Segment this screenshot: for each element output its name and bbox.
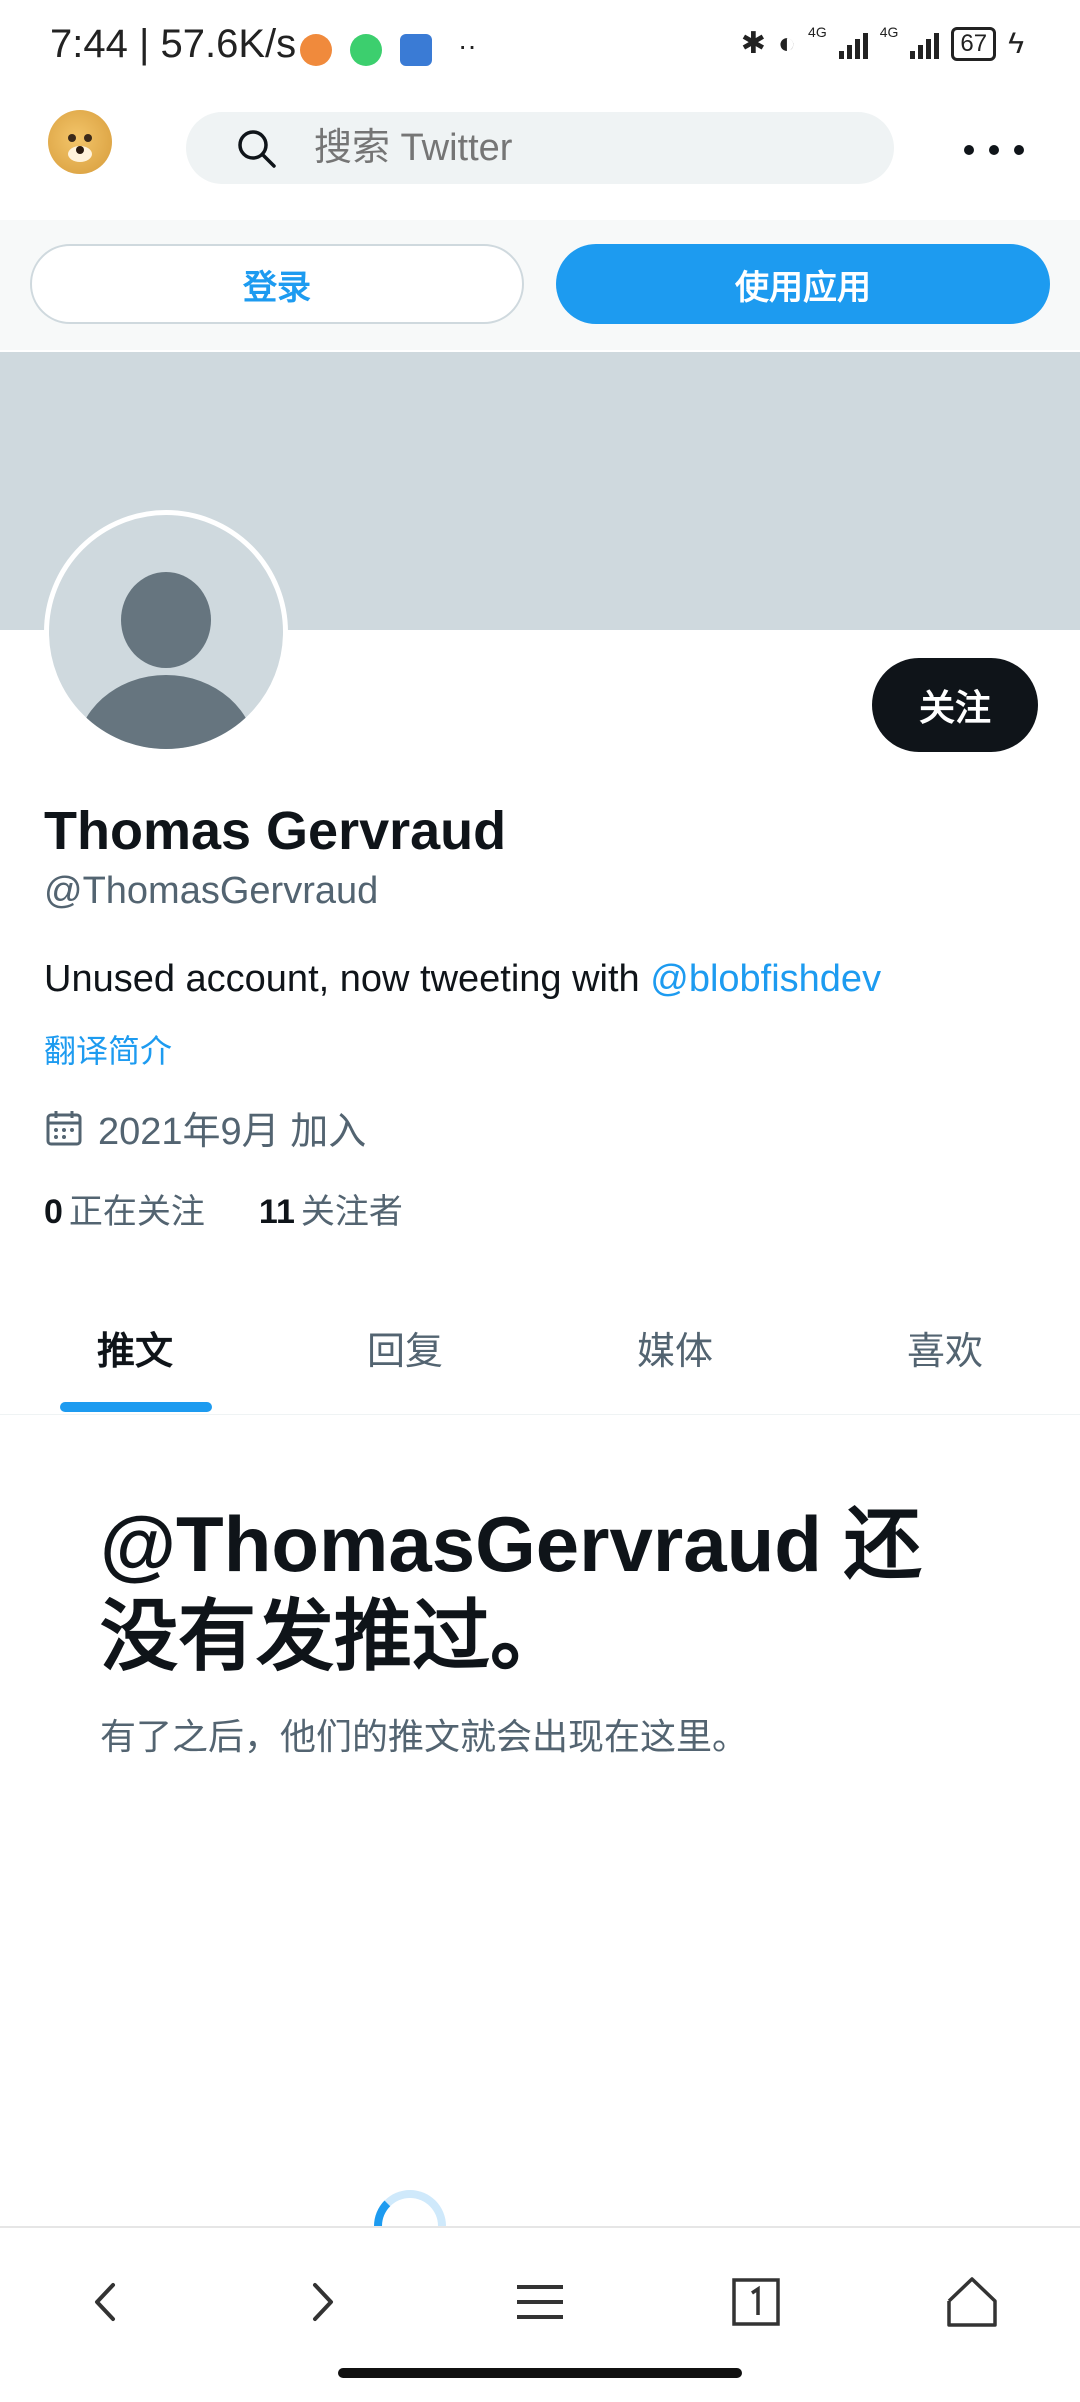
active-tab-indicator <box>60 1402 212 1412</box>
more-options-icon[interactable] <box>964 130 1024 170</box>
search-box[interactable] <box>186 112 894 184</box>
network-type-1: 4G <box>808 23 827 40</box>
tab-replies[interactable]: 回复 <box>270 1280 540 1414</box>
profile-bio: Unused account, now tweeting with @blobf… <box>44 958 881 1001</box>
default-avatar-icon <box>76 572 256 749</box>
display-name: Thomas Gervraud <box>44 801 507 861</box>
search-input[interactable] <box>312 125 876 171</box>
network-speed: 57.6K/s <box>160 22 297 66</box>
followers-count: 11 <box>258 1193 295 1231</box>
home-button[interactable] <box>932 2262 1012 2342</box>
profile-avatar[interactable] <box>44 510 288 754</box>
bio-text: Unused account, now tweeting with <box>44 958 651 1000</box>
auth-bar: 登录 使用应用 <box>0 220 1080 350</box>
charging-icon: ϟ <box>1008 26 1024 60</box>
files-app-icon <box>400 34 432 66</box>
menu-button[interactable] <box>500 2262 580 2342</box>
chevron-left-icon <box>95 2283 115 2321</box>
more-notifications-icon: ·· <box>458 30 477 61</box>
tab-media[interactable]: 媒体 <box>540 1280 810 1414</box>
bio-mention-link[interactable]: @blobfishdev <box>650 958 881 1000</box>
bluetooth-icon: ✱ <box>740 27 766 60</box>
signal-icon <box>838 29 868 59</box>
status-right: ✱ ◐ 4G 4G 67 ϟ <box>740 23 1024 61</box>
joined-date: 2021年9月 加入 <box>44 1100 366 1155</box>
user-handle: @ThomasGervraud <box>44 870 379 912</box>
following-label: 正在关注 <box>68 1193 205 1231</box>
followers-stat[interactable]: 11 关注者 <box>259 1184 403 1233</box>
clock-text: 7:44 <box>50 22 128 66</box>
follow-stats: 0 正在关注 11 关注者 <box>44 1184 403 1233</box>
home-icon <box>947 2277 997 2327</box>
translate-bio-link[interactable]: 翻译简介 <box>44 1026 172 1072</box>
doge-avatar-icon[interactable] <box>48 110 112 174</box>
status-bar: 7:44 | 57.6K/s ·· ✱ ◐ 4G 4G 67 ϟ <box>0 0 1080 100</box>
chat-app-icon <box>350 34 382 66</box>
following-count: 0 <box>44 1193 63 1231</box>
menu-icon <box>517 2285 563 2319</box>
tab-tweets[interactable]: 推文 <box>0 1280 270 1414</box>
back-button[interactable] <box>66 2262 146 2342</box>
home-indicator[interactable] <box>338 2368 742 2378</box>
followers-label: 关注者 <box>300 1193 403 1231</box>
app-notification-icon <box>300 34 332 66</box>
use-app-button[interactable]: 使用应用 <box>556 244 1050 324</box>
profile-tabs: 推文 回复 媒体 喜欢 <box>0 1280 1080 1415</box>
empty-state-title: @ThomasGervraud 还没有发推过。 <box>100 1500 922 1680</box>
empty-state-subtitle: 有了之后，他们的推文就会出现在这里。 <box>100 1716 749 1757</box>
battery-icon: 67 <box>951 26 997 61</box>
calendar-icon <box>46 1110 82 1145</box>
tabs-button[interactable] <box>716 2262 796 2342</box>
chevron-right-icon <box>313 2283 333 2321</box>
top-nav <box>0 100 1080 220</box>
following-stat[interactable]: 0 正在关注 <box>44 1184 205 1233</box>
tab-count-icon <box>732 2278 780 2326</box>
status-time: 7:44 | 57.6K/s <box>50 22 297 66</box>
tab-likes[interactable]: 喜欢 <box>810 1280 1080 1414</box>
follow-button[interactable]: 关注 <box>872 658 1038 752</box>
network-type-2: 4G <box>879 23 899 40</box>
login-button[interactable]: 登录 <box>30 244 524 324</box>
joined-text: 2021年9月 加入 <box>98 1111 367 1153</box>
data-saver-icon: ◐ <box>777 26 797 60</box>
search-icon <box>238 130 276 168</box>
forward-button[interactable] <box>282 2262 362 2342</box>
signal-icon-2 <box>910 29 940 59</box>
